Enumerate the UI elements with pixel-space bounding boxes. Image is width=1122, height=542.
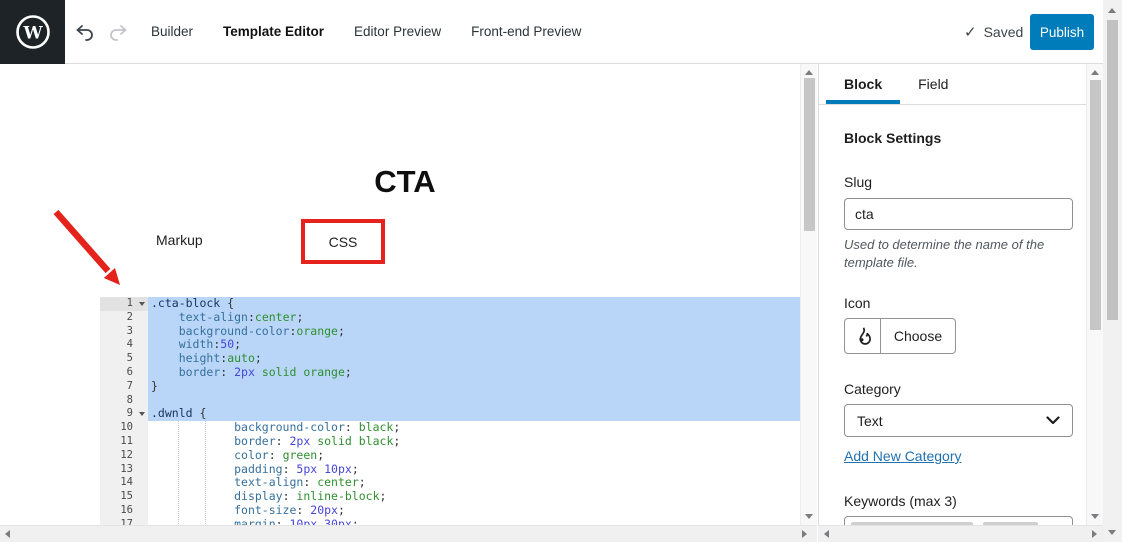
line-number: 9	[100, 407, 148, 422]
line-number: 7	[100, 379, 148, 394]
line-number: 4	[100, 338, 148, 353]
category-selected-value: Text	[857, 412, 883, 429]
wordpress-logo-icon: W	[15, 15, 50, 49]
sidebar-tabs: Block Field	[819, 64, 1086, 105]
template-editor-canvas: CTA Markup CSS 1 .cta-block {2 text-align…	[0, 64, 800, 525]
chevron-down-icon	[1046, 416, 1060, 425]
tab-css[interactable]: CSS	[329, 234, 358, 250]
code-lines: 1 .cta-block {2 text-align:center; 3 backg…	[100, 296, 800, 525]
fold-caret-icon[interactable]	[139, 302, 145, 306]
page-title: CTA	[374, 164, 436, 199]
line-number: 5	[100, 352, 148, 366]
code-line[interactable]: 7}	[100, 379, 800, 394]
top-toolbar: W Builder Template Editor Editor Preview…	[0, 0, 1103, 64]
code-line[interactable]: 11 border: 2px solid black;	[100, 434, 800, 449]
line-number: 15	[100, 490, 148, 504]
code-line[interactable]: 10 background-color: black;	[100, 420, 800, 435]
icon-picker: Choose	[844, 318, 956, 354]
wordpress-logo[interactable]: W	[0, 0, 65, 64]
main-vertical-scrollbar[interactable]	[800, 64, 817, 525]
line-number: 16	[100, 503, 148, 518]
scroll-left-icon[interactable]	[824, 530, 829, 538]
settings-sidebar: Block Field Block Settings Slug Used to …	[818, 64, 1086, 526]
sidebar-horizontal-scrollbar[interactable]	[818, 525, 1103, 542]
tab-editor-preview[interactable]: Editor Preview	[354, 24, 441, 39]
scroll-up-icon[interactable]	[805, 70, 813, 75]
code-line[interactable]: 1 .cta-block {	[100, 296, 800, 311]
tab-builder[interactable]: Builder	[151, 24, 193, 39]
main-horizontal-scrollbar[interactable]	[0, 525, 817, 542]
code-line[interactable]: 16 font-size: 20px;	[100, 503, 800, 518]
tab-field[interactable]: Field	[900, 64, 966, 104]
add-new-category-link[interactable]: Add New Category	[844, 448, 962, 464]
line-number: 6	[100, 365, 148, 380]
code-line[interactable]: 2 text-align:center;	[100, 310, 800, 325]
tab-template-editor[interactable]: Template Editor	[223, 24, 324, 39]
scroll-down-icon[interactable]	[805, 514, 813, 519]
block-settings-heading: Block Settings	[844, 130, 942, 146]
scroll-down-icon[interactable]	[1108, 530, 1116, 535]
publish-button[interactable]: Publish	[1030, 14, 1094, 50]
line-number: 2	[100, 310, 148, 325]
top-nav: Builder Template Editor Editor Preview F…	[151, 0, 581, 63]
scroll-right-icon[interactable]	[802, 530, 807, 538]
line-number: 10	[100, 421, 148, 435]
scroll-right-icon[interactable]	[1092, 530, 1097, 538]
tab-css-highlight-box[interactable]: CSS	[301, 219, 385, 264]
sidebar-vertical-scrollbar[interactable]	[1086, 64, 1103, 525]
line-number: 17	[100, 517, 148, 525]
tab-markup[interactable]: Markup	[156, 232, 203, 248]
code-editor[interactable]: 1 .cta-block {2 text-align:center; 3 backg…	[100, 296, 800, 525]
category-label: Category	[844, 381, 901, 397]
tab-frontend-preview[interactable]: Front-end Preview	[471, 24, 581, 39]
slug-help-text: Used to determine the name of the templa…	[844, 237, 1045, 271]
tab-block[interactable]: Block	[826, 64, 901, 104]
redo-icon[interactable]	[106, 21, 130, 45]
saved-status: ✓ Saved	[964, 0, 1023, 63]
line-number: 13	[100, 462, 148, 477]
code-line[interactable]: 5 height:auto;	[100, 351, 800, 366]
code-line[interactable]: 17 margin: 10px 30px;	[100, 517, 800, 525]
browser-scrollbar[interactable]	[1103, 0, 1122, 542]
keywords-label: Keywords (max 3)	[844, 493, 957, 509]
line-number: 11	[100, 434, 148, 449]
code-line[interactable]: 6 border: 2px solid orange;	[100, 365, 800, 380]
code-line[interactable]: 12 color: green;	[100, 448, 800, 463]
category-select[interactable]: Text	[844, 404, 1073, 437]
line-number: 14	[100, 476, 148, 491]
scroll-left-icon[interactable]	[5, 530, 10, 538]
flame-icon	[845, 319, 881, 353]
sidebar-scroll-thumb[interactable]	[1090, 80, 1101, 330]
slug-label: Slug	[844, 174, 873, 190]
check-icon: ✓	[964, 23, 977, 41]
svg-text:W: W	[22, 24, 43, 44]
red-annotation-arrow	[53, 209, 120, 285]
saved-label: Saved	[983, 23, 1024, 40]
browser-scroll-thumb[interactable]	[1107, 20, 1118, 320]
scroll-up-icon[interactable]	[1091, 70, 1099, 75]
line-number: 12	[100, 448, 148, 463]
slug-input[interactable]	[844, 198, 1073, 230]
fold-caret-icon[interactable]	[139, 412, 145, 417]
choose-icon-button[interactable]: Choose	[881, 319, 955, 353]
line-number: 8	[100, 393, 148, 408]
undo-icon[interactable]	[73, 21, 97, 45]
code-line[interactable]: 15 display: inline-block;	[100, 489, 800, 504]
main-scroll-thumb[interactable]	[804, 78, 815, 231]
icon-label: Icon	[844, 295, 871, 311]
line-number: 3	[100, 324, 148, 339]
scroll-up-icon[interactable]	[1108, 8, 1116, 13]
scroll-down-icon[interactable]	[1091, 514, 1099, 519]
